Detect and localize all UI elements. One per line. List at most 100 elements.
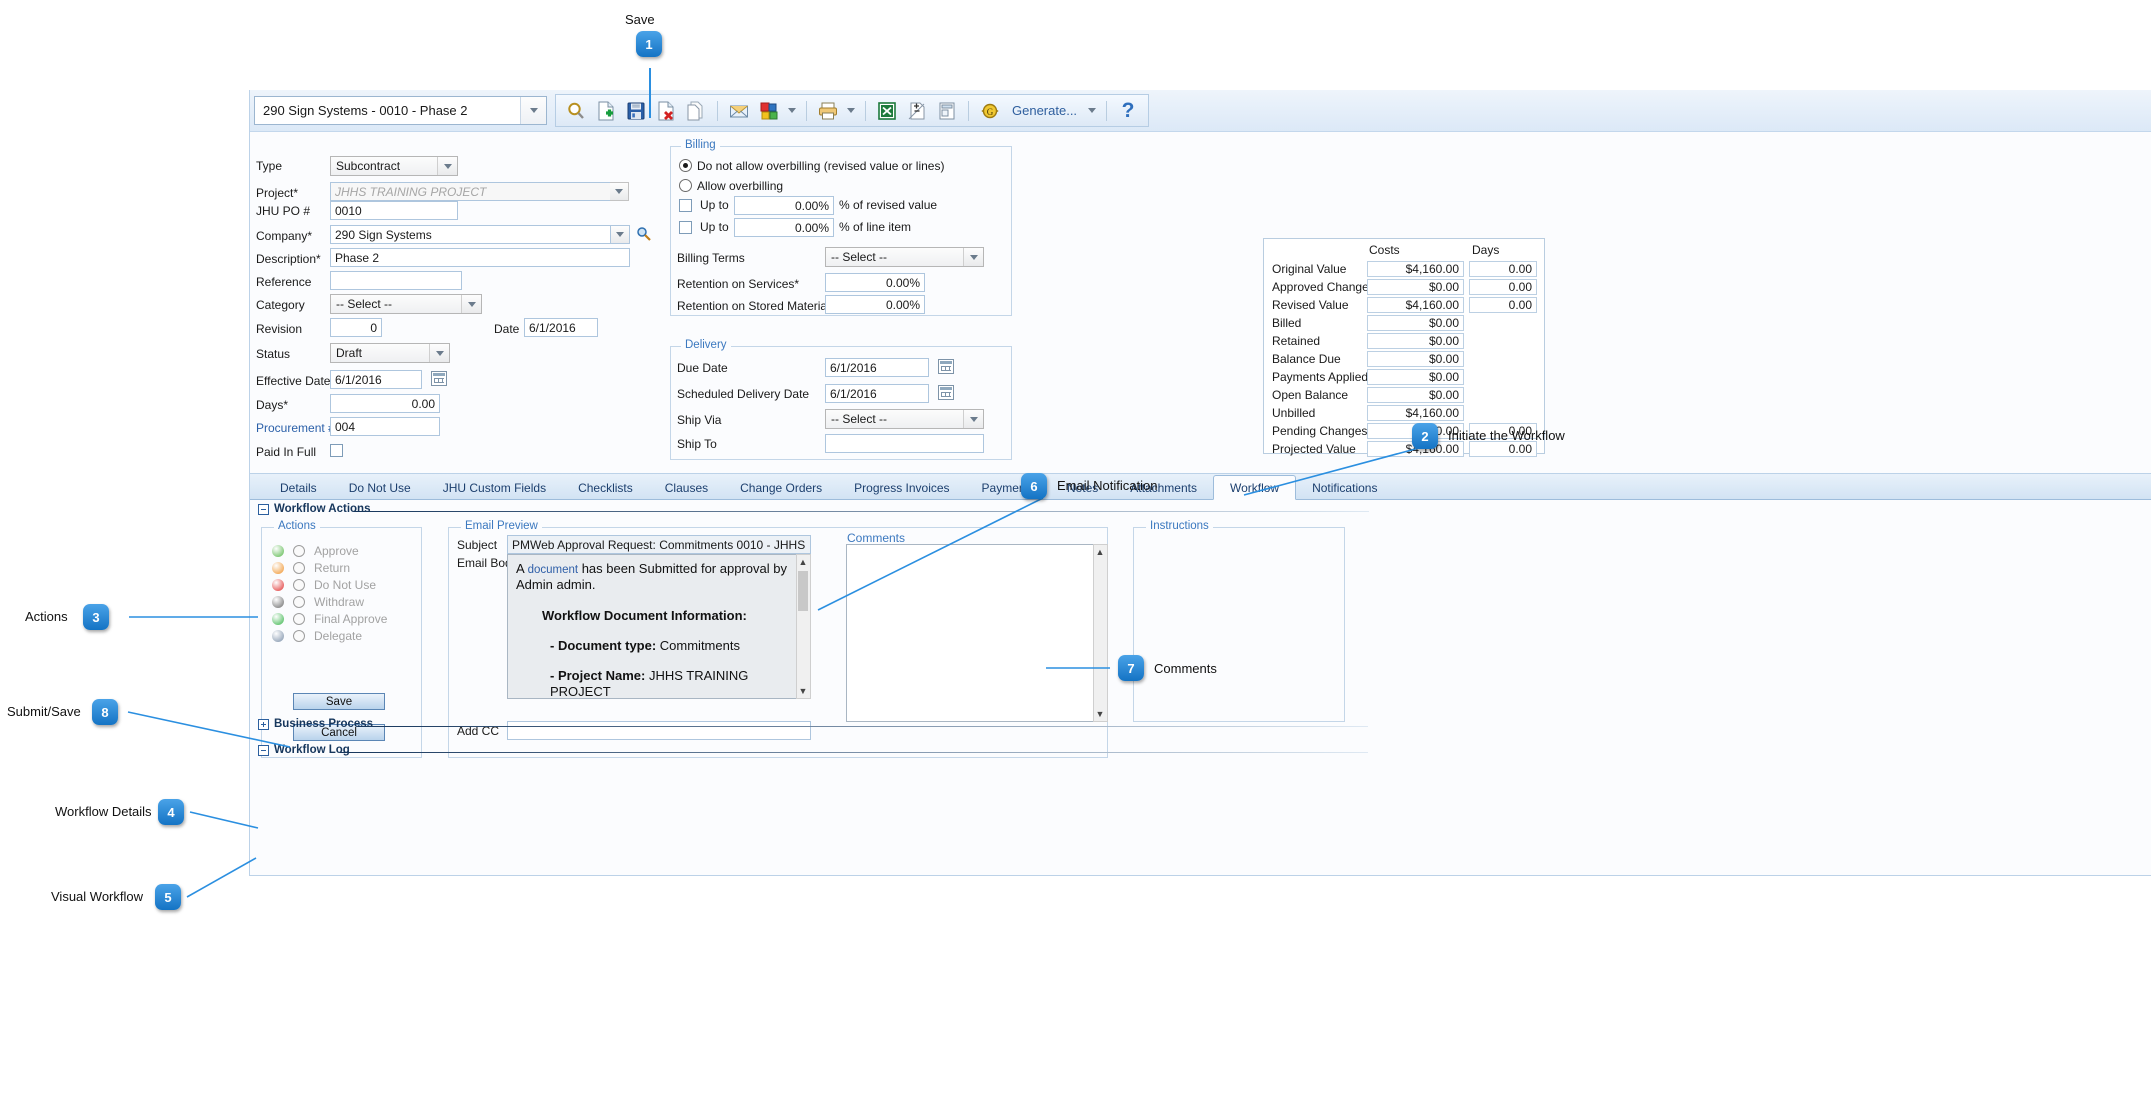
search-icon[interactable] <box>562 97 590 124</box>
scheduled-delivery-field[interactable]: 6/1/2016 <box>825 384 929 403</box>
workflow-log-section-header[interactable]: Workflow Log <box>258 744 350 756</box>
status-select[interactable]: Draft <box>330 343 450 363</box>
retention-services-field[interactable]: 0.00% <box>825 273 925 292</box>
collapse-icon[interactable] <box>258 744 269 756</box>
print-dropdown-icon[interactable] <box>844 98 858 123</box>
email-body-preview[interactable]: A document has been Submitted for approv… <box>507 554 811 699</box>
document-selector[interactable]: 290 Sign Systems - 0010 - Phase 2 <box>254 96 547 125</box>
report-icon[interactable] <box>933 97 961 124</box>
document-selector-dropdown-icon[interactable] <box>520 97 546 124</box>
tab-workflow[interactable]: Workflow <box>1212 475 1297 500</box>
totals-row-days[interactable]: 0.00 <box>1469 441 1537 457</box>
totals-row-cost[interactable]: $4,160.00 <box>1367 405 1464 421</box>
totals-row-days[interactable]: 0.00 <box>1469 261 1537 277</box>
scroll-down-icon[interactable]: ▼ <box>1094 708 1106 720</box>
jhu-po-field[interactable]: 0010 <box>330 201 458 220</box>
description-field[interactable]: Phase 2 <box>330 248 630 267</box>
email-icon[interactable] <box>725 97 753 124</box>
comments-textarea[interactable] <box>846 544 1108 722</box>
reference-field[interactable] <box>330 271 462 290</box>
scroll-down-icon[interactable]: ▼ <box>797 685 809 697</box>
billing-terms-select[interactable]: -- Select -- <box>825 247 984 267</box>
upto-lineitem-field[interactable]: 0.00% <box>734 218 834 237</box>
type-dropdown-icon[interactable] <box>437 157 457 175</box>
tab-clauses[interactable]: Clauses <box>649 476 724 499</box>
delete-document-icon[interactable] <box>652 97 680 124</box>
generate-icon[interactable]: G <box>976 97 1004 124</box>
totals-row-cost[interactable]: $0.00 <box>1367 279 1464 295</box>
upto-revised-checkbox[interactable] <box>679 199 692 212</box>
action-radio[interactable] <box>293 630 305 642</box>
totals-row-cost[interactable]: $0.00 <box>1367 351 1464 367</box>
status-dropdown-icon[interactable] <box>429 344 449 362</box>
totals-row-cost[interactable]: $4,160.00 <box>1367 261 1464 277</box>
project-field[interactable]: JHHS TRAINING PROJECT <box>330 182 620 201</box>
company-lookup-icon[interactable] <box>636 226 652 245</box>
workflow-actions-section-header[interactable]: Workflow Actions <box>258 503 370 515</box>
import-icon[interactable] <box>755 97 783 124</box>
scroll-up-icon[interactable]: ▲ <box>1094 546 1106 558</box>
allow-overbilling-radio[interactable] <box>679 179 692 192</box>
totals-row-days[interactable]: 0.00 <box>1469 423 1537 439</box>
scrollbar-thumb[interactable] <box>798 571 808 611</box>
date-field[interactable]: 6/1/2016 <box>524 318 598 337</box>
print-icon[interactable] <box>814 97 842 124</box>
tab-notifications[interactable]: Notifications <box>1296 476 1393 499</box>
project-dropdown-icon[interactable] <box>610 182 629 201</box>
excel-export-icon[interactable] <box>873 97 901 124</box>
action-radio[interactable] <box>293 562 305 574</box>
generate-dropdown-icon[interactable] <box>1085 98 1099 123</box>
days-field[interactable]: 0.00 <box>330 394 440 413</box>
no-overbilling-radio[interactable] <box>679 159 692 172</box>
action-radio[interactable] <box>293 596 305 608</box>
ship-via-dropdown-icon[interactable] <box>963 410 983 428</box>
new-document-icon[interactable] <box>592 97 620 124</box>
billing-terms-dropdown-icon[interactable] <box>963 248 983 266</box>
tab-notes[interactable]: Notes <box>1051 476 1114 499</box>
retention-stored-field[interactable]: 0.00% <box>825 295 925 314</box>
comments-scrollbar[interactable]: ▲ ▼ <box>1093 544 1108 722</box>
totals-row-cost[interactable]: $0.00 <box>1367 333 1464 349</box>
tab-checklists[interactable]: Checklists <box>562 476 649 499</box>
copy-icon[interactable] <box>682 97 710 124</box>
category-dropdown-icon[interactable] <box>461 295 481 313</box>
action-radio[interactable] <box>293 579 305 591</box>
workflow-action-row[interactable]: Delegate <box>272 629 362 643</box>
totals-row-cost[interactable]: $0.00 <box>1367 387 1464 403</box>
totals-row-cost[interactable]: $0.00 <box>1367 423 1464 439</box>
company-dropdown-icon[interactable] <box>611 225 630 244</box>
workflow-action-row[interactable]: Approve <box>272 544 359 558</box>
workflow-action-row[interactable]: Final Approve <box>272 612 387 626</box>
revision-field[interactable]: 0 <box>330 318 382 337</box>
paid-in-full-checkbox[interactable] <box>330 444 343 457</box>
workflow-action-row[interactable]: Do Not Use <box>272 578 376 592</box>
ship-via-select[interactable]: -- Select -- <box>825 409 984 429</box>
category-select[interactable]: -- Select -- <box>330 294 482 314</box>
save-icon[interactable] <box>622 97 650 124</box>
generate-label[interactable]: Generate... <box>1006 103 1083 118</box>
procurement-field[interactable]: 004 <box>330 417 440 436</box>
tab-progress-invoices[interactable]: Progress Invoices <box>838 476 965 499</box>
totals-row-cost[interactable]: $0.00 <box>1367 315 1464 331</box>
calendar-icon[interactable] <box>938 385 954 400</box>
workflow-action-row[interactable]: Return <box>272 561 350 575</box>
company-field[interactable]: 290 Sign Systems <box>330 225 611 244</box>
ship-to-field[interactable] <box>825 434 984 453</box>
import-dropdown-icon[interactable] <box>785 98 799 123</box>
type-select[interactable]: Subcontract <box>330 156 458 176</box>
email-body-scrollbar[interactable]: ▲ ▼ <box>796 554 811 699</box>
expand-icon[interactable] <box>258 718 269 730</box>
subject-field[interactable]: PMWeb Approval Request: Commitments 0010… <box>507 535 811 554</box>
action-radio[interactable] <box>293 545 305 557</box>
tab-jhu-custom-fields[interactable]: JHU Custom Fields <box>427 476 562 499</box>
adjust-icon[interactable] <box>903 97 931 124</box>
document-link[interactable]: document <box>528 564 579 576</box>
totals-row-cost[interactable]: $4,160.00 <box>1367 297 1464 313</box>
upto-revised-field[interactable]: 0.00% <box>734 196 834 215</box>
calendar-icon[interactable] <box>431 371 447 386</box>
upto-lineitem-checkbox[interactable] <box>679 221 692 234</box>
action-radio[interactable] <box>293 613 305 625</box>
collapse-icon[interactable] <box>258 503 269 515</box>
due-date-field[interactable]: 6/1/2016 <box>825 358 929 377</box>
totals-row-cost[interactable]: $4,160.00 <box>1367 441 1464 457</box>
